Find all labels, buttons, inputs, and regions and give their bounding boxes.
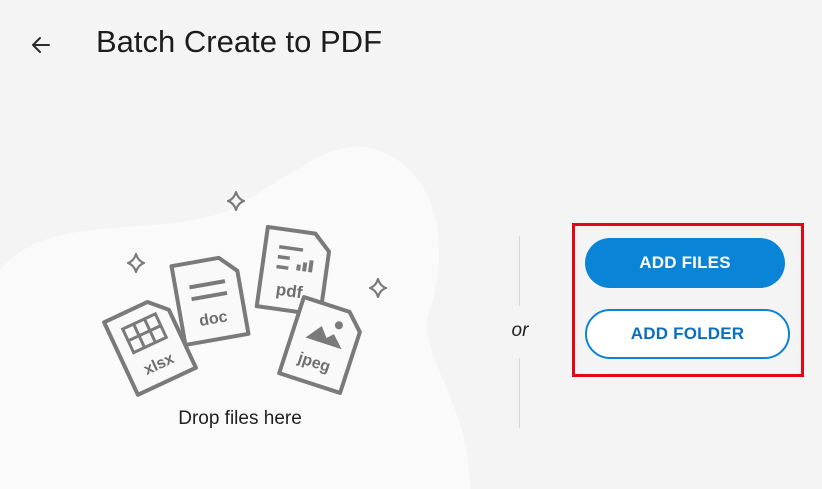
sparkle-icon xyxy=(226,190,246,212)
page-title: Batch Create to PDF xyxy=(96,24,383,59)
file-types-illustration: xlsx doc pdf jpeg xyxy=(102,190,388,397)
divider-top xyxy=(519,236,520,306)
pdf-label: pdf xyxy=(275,280,304,303)
or-separator: or xyxy=(511,320,529,341)
arrow-left-icon xyxy=(32,37,50,53)
sparkle-icon xyxy=(368,277,388,299)
highlighted-button-group: ADD FILES ADD FOLDER xyxy=(572,223,804,377)
back-button[interactable] xyxy=(24,28,58,62)
add-files-button[interactable]: ADD FILES xyxy=(585,238,785,288)
drop-files-label: Drop files here xyxy=(178,408,302,429)
divider-bottom xyxy=(519,358,520,428)
sparkle-icon xyxy=(126,252,146,274)
drop-zone[interactable]: xlsx doc pdf jpeg Drop files here xyxy=(0,140,480,489)
header: Batch Create to PDF xyxy=(0,0,822,90)
add-folder-button[interactable]: ADD FOLDER xyxy=(585,309,790,359)
doc-file-icon: doc xyxy=(169,255,251,347)
